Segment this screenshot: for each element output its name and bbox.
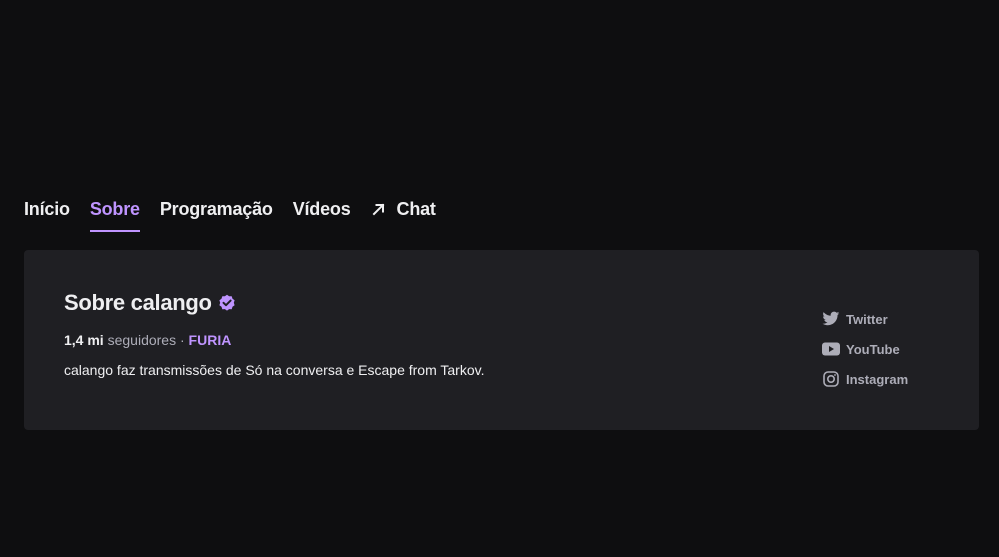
channel-page: Início Sobre Programação Vídeos Chat Sob…: [0, 0, 999, 557]
social-link-youtube-label: YouTube: [846, 341, 900, 357]
twitter-icon: [821, 310, 840, 328]
youtube-icon: [821, 340, 840, 358]
tab-chat-label: Chat: [396, 199, 436, 219]
followers-label: seguidores: [107, 332, 177, 348]
tab-inicio[interactable]: Início: [24, 196, 70, 232]
tab-videos[interactable]: Vídeos: [293, 196, 351, 232]
team-link[interactable]: FURIA: [189, 332, 232, 348]
channel-description: calango faz transmissões de Só na conver…: [64, 362, 485, 378]
channel-tabs: Início Sobre Programação Vídeos Chat: [24, 196, 436, 232]
tab-sobre[interactable]: Sobre: [89, 196, 140, 232]
instagram-icon: [821, 370, 840, 388]
channel-meta: 1,4 mi seguidores · FURIA: [64, 332, 231, 348]
social-link-instagram-label: Instagram: [846, 371, 909, 387]
meta-separator: ·: [179, 332, 185, 348]
about-title: Sobre calango: [64, 290, 212, 315]
followers-count: 1,4 mi: [64, 332, 104, 348]
about-panel: Sobre calango 1,4 mi seguidores · FURIA …: [24, 250, 979, 430]
social-links: Twitter YouTube Instagram: [821, 310, 908, 388]
tab-programacao[interactable]: Programação: [160, 196, 273, 232]
external-arrow-icon: [371, 196, 389, 222]
social-link-instagram[interactable]: Instagram: [821, 370, 908, 388]
verified-badge-icon: [218, 294, 236, 312]
social-link-youtube[interactable]: YouTube: [821, 340, 908, 358]
about-heading: Sobre calango: [64, 290, 236, 316]
tab-chat[interactable]: Chat: [371, 196, 436, 232]
social-link-twitter[interactable]: Twitter: [821, 310, 908, 328]
social-link-twitter-label: Twitter: [846, 311, 888, 327]
